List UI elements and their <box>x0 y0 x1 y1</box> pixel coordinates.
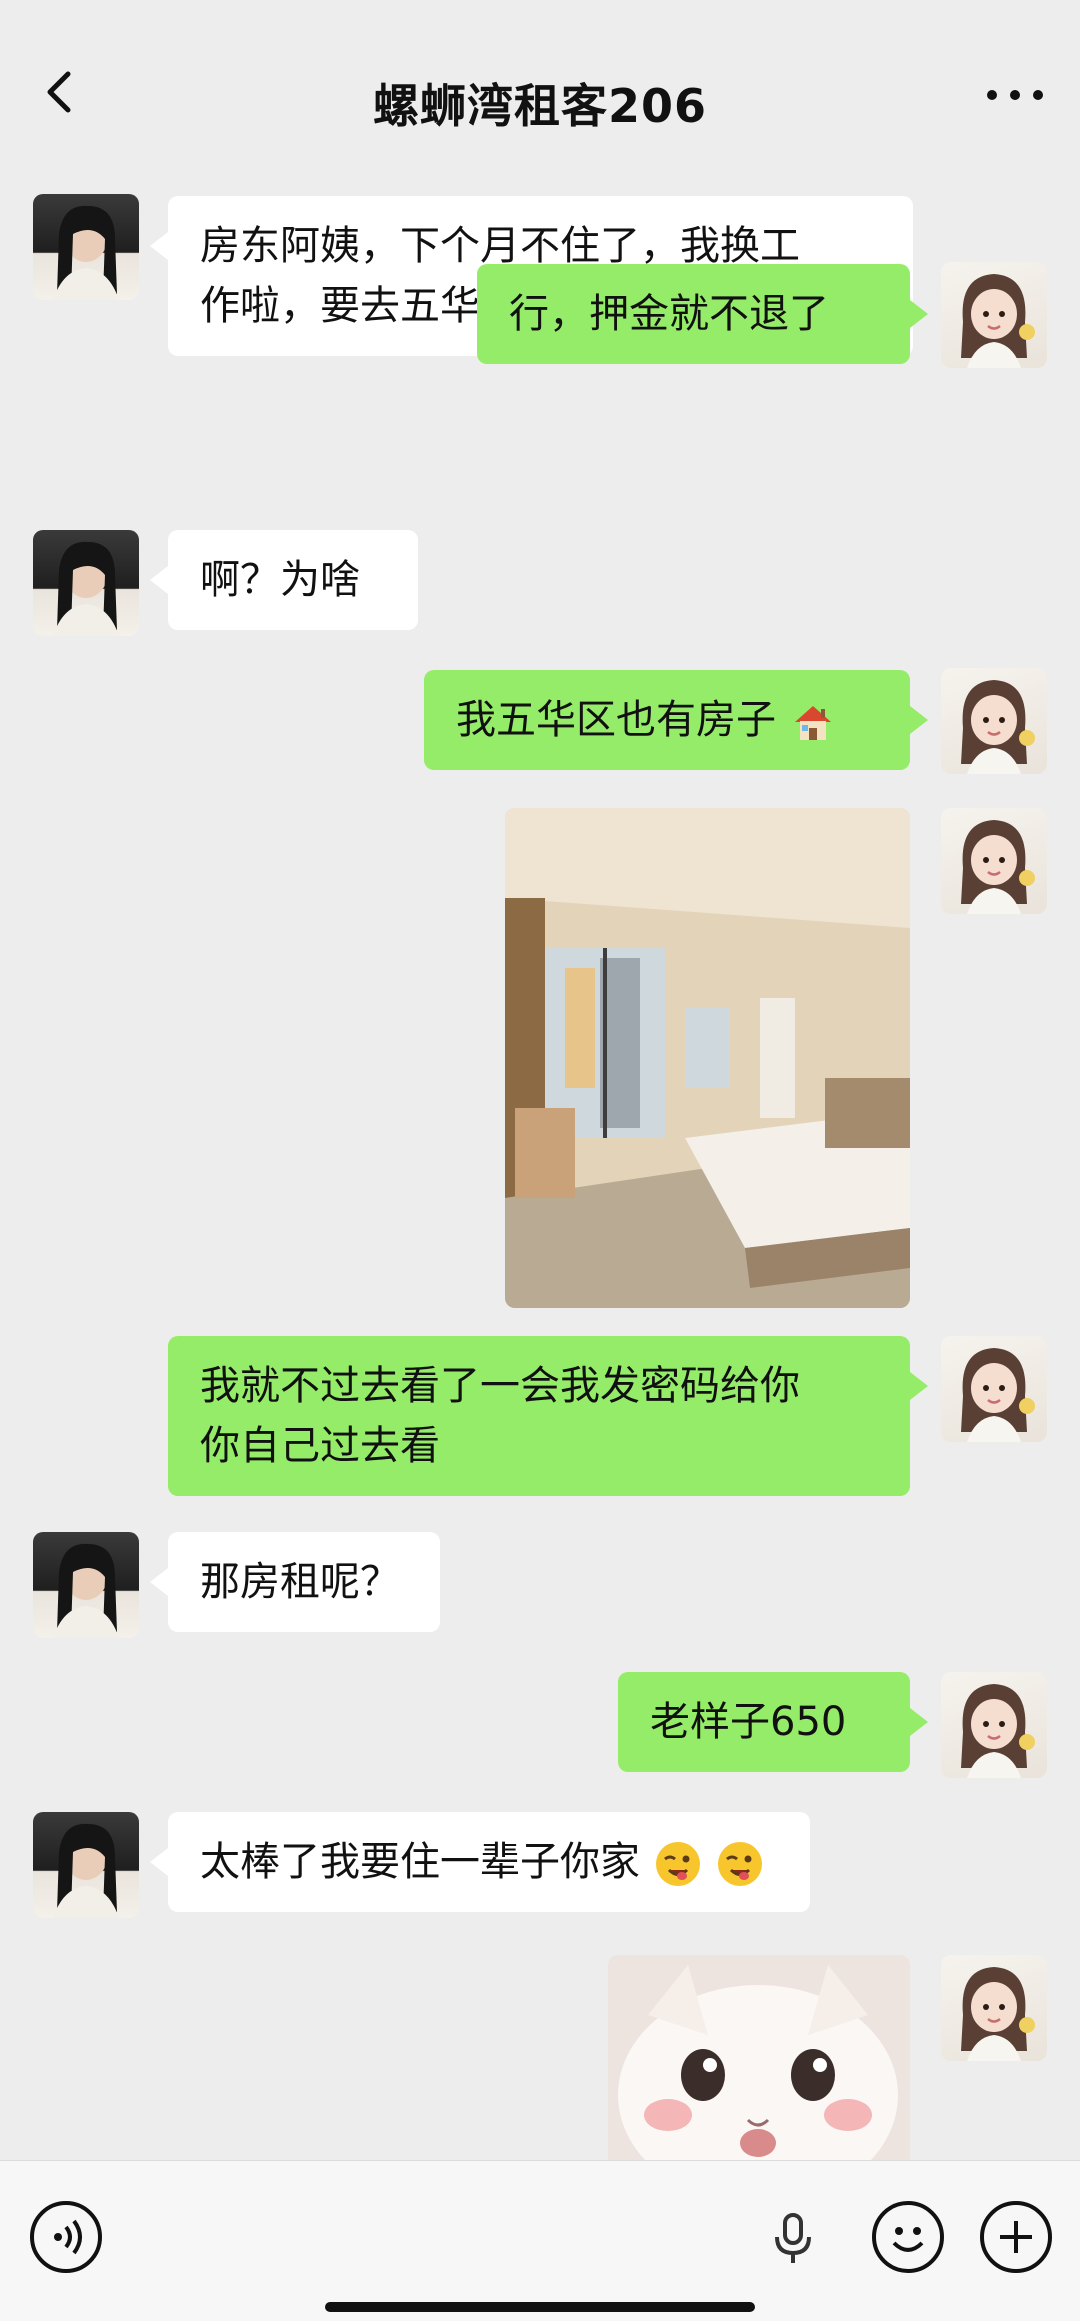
my-avatar[interactable] <box>941 262 1047 368</box>
message-text: 你自己过去看 <box>200 1423 440 1469</box>
winking-face-emoji-icon <box>655 1842 700 1886</box>
message-list[interactable]: 房东阿姨，下个月不住了，我换工 作啦，要去五华那边了 行，押金就不退了 啊？为啥… <box>0 190 1080 2160</box>
my-avatar-image <box>961 820 1035 914</box>
my-avatar[interactable] <box>941 1672 1047 1778</box>
friend-avatar-image <box>53 1543 119 1638</box>
my-avatar-image <box>961 1348 1035 1442</box>
message-text: 那房租呢？ <box>200 1559 400 1605</box>
my-avatar[interactable] <box>941 1336 1047 1442</box>
bedroom-photo-image <box>505 808 910 1308</box>
chat-title: 螺蛳湾租客206 <box>372 79 708 133</box>
voice-icon <box>54 2219 82 2255</box>
friend-avatar-image <box>53 205 119 300</box>
home-indicator <box>325 2302 755 2312</box>
kitten-sticker-image <box>608 1955 910 2160</box>
message-bubble-received[interactable]: 太棒了我要住一辈子你家 <box>150 1812 810 1912</box>
more-icon[interactable] <box>980 70 1050 120</box>
message-text: 老样子650 <box>650 1699 847 1745</box>
friend-avatar[interactable] <box>33 194 139 300</box>
friend-avatar[interactable] <box>33 1812 139 1918</box>
kitten-sticker[interactable] <box>608 1955 910 2160</box>
bedroom-photo[interactable] <box>505 808 910 1308</box>
mic-icon[interactable] <box>770 2211 816 2267</box>
message-text: 我五华区也有房子 <box>456 697 776 743</box>
message-text: 行，押金就不退了 <box>509 291 829 337</box>
my-avatar-image <box>961 680 1035 774</box>
message-text: 我就不过去看了一会我发密码给你 <box>200 1363 800 1409</box>
my-avatar-image <box>961 1684 1035 1778</box>
emoji-icon <box>892 2227 924 2252</box>
message-bubble-sent[interactable]: 我就不过去看了一会我发密码给你 你自己过去看 <box>168 1336 928 1496</box>
message-bubble-sent[interactable]: 我五华区也有房子 <box>424 670 928 770</box>
my-avatar[interactable] <box>941 668 1047 774</box>
winking-face-emoji-icon <box>718 1842 763 1886</box>
my-avatar-image <box>961 274 1035 368</box>
my-avatar-image <box>961 1967 1035 2061</box>
message-text: 啊？为啥 <box>200 557 360 603</box>
my-avatar[interactable] <box>941 808 1047 914</box>
emoji-button[interactable] <box>872 2201 944 2273</box>
message-bubble-received[interactable]: 啊？为啥 <box>150 530 418 630</box>
input-bar <box>0 2160 1080 2321</box>
message-bubble-sent[interactable]: 老样子650 <box>618 1672 928 1772</box>
plus-icon <box>1000 2221 1032 2253</box>
message-text: 太棒了我要住一辈子你家 <box>200 1839 640 1885</box>
message-bubble-received[interactable]: 那房租呢？ <box>150 1532 440 1632</box>
my-avatar[interactable] <box>941 1955 1047 2061</box>
friend-avatar[interactable] <box>33 1532 139 1638</box>
chat-header: 螺蛳湾租客206 <box>0 0 1080 190</box>
add-button[interactable] <box>980 2201 1052 2273</box>
message-bubble-sent[interactable]: 行，押金就不退了 <box>477 264 928 364</box>
friend-avatar-image <box>53 541 119 636</box>
voice-button[interactable] <box>30 2201 102 2273</box>
house-emoji-icon <box>794 706 831 740</box>
friend-avatar-image <box>53 1823 119 1918</box>
friend-avatar[interactable] <box>33 530 139 636</box>
